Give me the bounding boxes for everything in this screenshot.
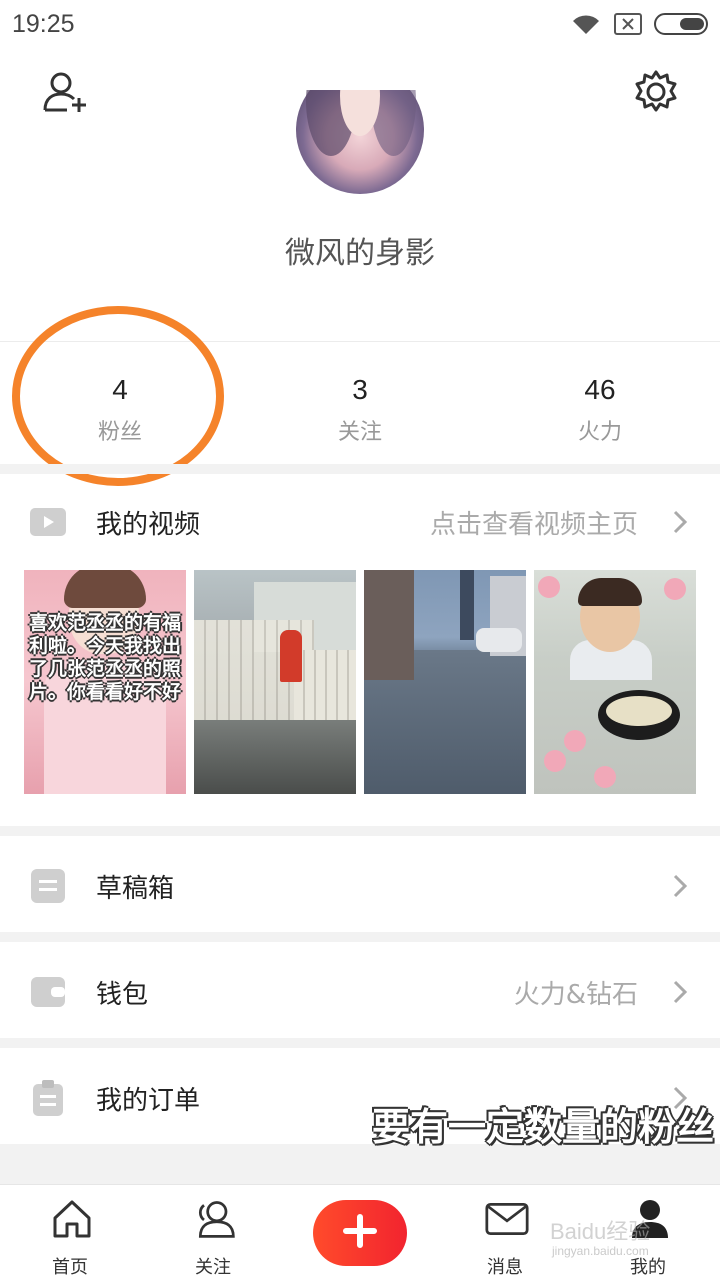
status-time: 19:25 xyxy=(12,10,75,38)
add-friend-button[interactable] xyxy=(36,64,96,124)
row-title: 草稿箱 xyxy=(96,873,175,904)
video-thumbnail[interactable] xyxy=(534,570,696,794)
drafts-icon xyxy=(30,868,66,904)
video-thumbnail[interactable] xyxy=(364,570,526,794)
settings-button[interactable] xyxy=(626,64,686,124)
battery-icon xyxy=(654,13,710,39)
home-icon xyxy=(50,1197,94,1241)
tab-label: 关注 xyxy=(195,1257,231,1278)
stat-label: 关注 xyxy=(337,420,382,445)
chevron-right-icon xyxy=(670,870,690,902)
friends-icon xyxy=(193,1197,237,1241)
wallet-row[interactable]: 钱包 火力&钻石 xyxy=(0,944,720,1040)
video-thumbnails: 喜欢范丞丞的有福利啦。今天我找出了几张范丞丞的照片。你看看好不好 xyxy=(24,570,696,794)
tab-label: 消息 xyxy=(487,1257,523,1278)
video-thumbnail[interactable] xyxy=(194,570,356,794)
video-icon xyxy=(30,504,66,540)
plus-icon xyxy=(343,1214,377,1252)
tab-messages[interactable]: 消息 xyxy=(445,1185,565,1281)
tab-home[interactable]: 首页 xyxy=(10,1185,130,1281)
row-title: 我的订单 xyxy=(96,1085,201,1116)
avatar[interactable] xyxy=(296,90,424,194)
gear-icon xyxy=(633,69,679,119)
avatar-image xyxy=(296,90,424,194)
mail-icon xyxy=(485,1197,529,1241)
stat-value: 46 xyxy=(584,374,616,405)
watermark: Baidu经验 xyxy=(550,1219,651,1244)
section-separator xyxy=(0,932,720,942)
stat-label: 火力 xyxy=(577,420,622,445)
stat-following[interactable]: 3 关注 xyxy=(240,342,480,464)
row-hint: 火力&钻石 xyxy=(513,979,638,1010)
my-videos-row[interactable]: 我的视频 点击查看视频主页 xyxy=(0,474,720,570)
watermark-url: jingyan.baidu.com xyxy=(552,1244,649,1258)
stat-firepower[interactable]: 46 火力 xyxy=(480,342,720,464)
chevron-right-icon xyxy=(670,506,690,538)
section-separator xyxy=(0,464,720,474)
status-icons xyxy=(570,12,710,40)
stat-value: 3 xyxy=(352,374,368,405)
create-post-button[interactable] xyxy=(313,1200,407,1266)
wifi-icon xyxy=(570,12,602,40)
video-thumbnail[interactable]: 喜欢范丞丞的有福利啦。今天我找出了几张范丞丞的照片。你看看好不好 xyxy=(24,570,186,794)
drafts-row[interactable]: 草稿箱 xyxy=(0,838,720,934)
tab-following[interactable]: 关注 xyxy=(153,1185,273,1281)
overlay-caption: 要有一定数量的粉丝 xyxy=(372,1105,715,1149)
highlight-circle xyxy=(12,306,224,486)
wallet-icon xyxy=(30,974,66,1010)
sim-blocked-icon xyxy=(614,13,642,39)
username: 微风的身影 xyxy=(285,236,435,271)
section-separator xyxy=(0,1038,720,1048)
row-hint: 点击查看视频主页 xyxy=(429,509,638,540)
section-separator xyxy=(0,826,720,836)
status-bar: 19:25 xyxy=(0,0,720,52)
tab-label: 首页 xyxy=(52,1257,88,1278)
chevron-right-icon xyxy=(670,976,690,1008)
person-add-icon xyxy=(41,70,91,118)
thumbnail-caption: 喜欢范丞丞的有福利啦。今天我找出了几张范丞丞的照片。你看看好不好 xyxy=(28,612,181,703)
row-title: 我的视频 xyxy=(96,509,201,540)
clipboard-icon xyxy=(30,1080,66,1116)
row-title: 钱包 xyxy=(96,979,149,1010)
